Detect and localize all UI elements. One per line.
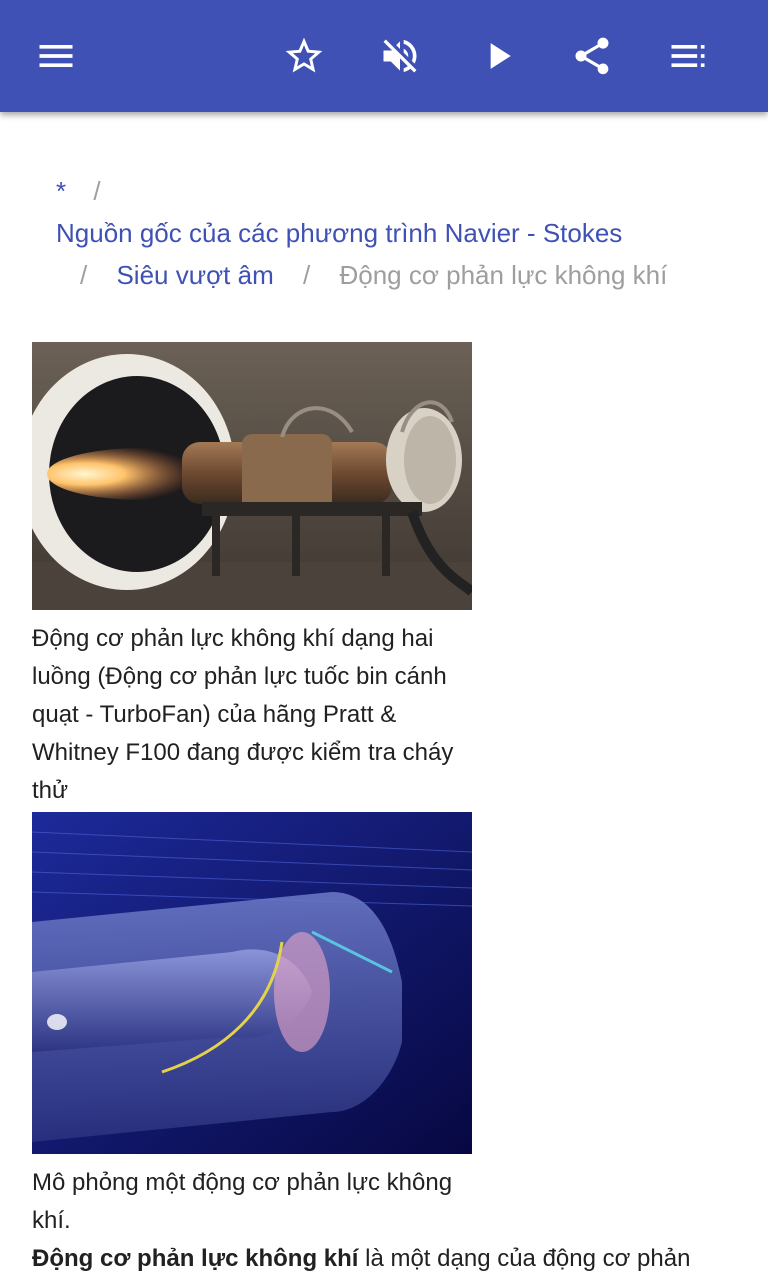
menu-icon	[39, 45, 73, 67]
volume-off-icon	[383, 39, 417, 73]
figure-caption: Mô phỏng một động cơ phản lực không khí.	[32, 1169, 453, 1234]
app-toolbar	[0, 0, 768, 112]
breadcrumb-separator: /	[93, 176, 101, 206]
share-icon	[575, 37, 609, 75]
engine-test-photo[interactable]	[32, 342, 472, 610]
contents-button[interactable]	[660, 28, 716, 84]
breadcrumb-root[interactable]: *	[56, 176, 66, 206]
list-icon	[671, 45, 705, 67]
mute-button[interactable]	[372, 28, 428, 84]
favorite-button[interactable]	[276, 28, 332, 84]
menu-button[interactable]	[28, 28, 84, 84]
breadcrumb-item-hypersonic[interactable]: Siêu vượt âm	[116, 260, 273, 290]
breadcrumb: * / Nguồn gốc của các phương trình Navie…	[0, 170, 768, 296]
breadcrumb-current: Động cơ phản lực không khí	[339, 260, 668, 290]
article-paragraph: Động cơ phản lực không khí là một dạng c…	[32, 1240, 736, 1278]
play-icon	[490, 43, 511, 69]
engine-simulation-image[interactable]	[32, 812, 472, 1154]
breadcrumb-item-navier-stokes[interactable]: Nguồn gốc của các phương trình Navier - …	[56, 218, 622, 248]
article-term: Động cơ phản lực không khí	[32, 1245, 359, 1272]
breadcrumb-separator: /	[80, 260, 88, 290]
play-button[interactable]	[470, 28, 526, 84]
figure-caption: Động cơ phản lực không khí dạng hai luồn…	[32, 625, 454, 804]
breadcrumb-separator: /	[303, 260, 311, 290]
share-button[interactable]	[564, 28, 620, 84]
article-text: là một dạng của động cơ phản	[358, 1245, 691, 1272]
star-icon	[285, 37, 323, 73]
